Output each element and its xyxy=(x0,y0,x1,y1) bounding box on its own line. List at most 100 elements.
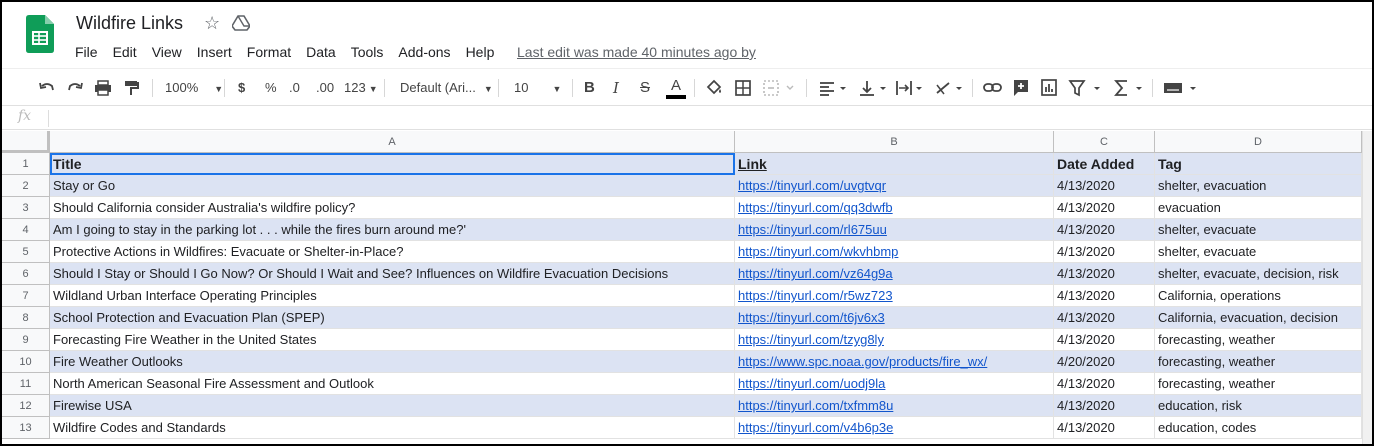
borders-icon[interactable] xyxy=(734,77,752,99)
cell-d1[interactable]: Tag xyxy=(1155,153,1362,175)
row-header-7[interactable]: 7 xyxy=(2,285,50,307)
cell-a4[interactable]: Am I going to stay in the parking lot . … xyxy=(50,219,735,241)
increase-decimal-button[interactable]: .00 xyxy=(316,77,334,99)
italic-button[interactable]: I xyxy=(613,77,619,99)
cell-a10[interactable]: Fire Weather Outlooks xyxy=(50,351,735,373)
percent-button[interactable]: % xyxy=(265,77,277,99)
cell-c12[interactable]: 4/13/2020 xyxy=(1054,395,1155,417)
currency-button[interactable]: $ xyxy=(238,77,245,99)
document-title[interactable]: Wildfire Links xyxy=(76,13,183,34)
redo-icon[interactable] xyxy=(66,77,84,99)
cell-d5[interactable]: shelter, evacuate xyxy=(1155,241,1362,263)
row-header-3[interactable]: 3 xyxy=(2,197,50,219)
cell-d2[interactable]: shelter, evacuation xyxy=(1155,175,1362,197)
row-header-11[interactable]: 11 xyxy=(2,373,50,395)
cell-b12[interactable]: https://tinyurl.com/txfmm8u xyxy=(735,395,1054,417)
menu-data[interactable]: Data xyxy=(306,44,336,60)
sheets-logo-icon[interactable] xyxy=(26,15,54,53)
text-rotation-icon[interactable] xyxy=(934,77,966,99)
cell-b8[interactable]: https://tinyurl.com/t6jv6x3 xyxy=(735,307,1054,329)
cell-c9[interactable]: 4/13/2020 xyxy=(1054,329,1155,351)
cell-d3[interactable]: evacuation xyxy=(1155,197,1362,219)
merge-cells-icon[interactable] xyxy=(762,77,796,99)
row-header-4[interactable]: 4 xyxy=(2,219,50,241)
cell-c7[interactable]: 4/13/2020 xyxy=(1054,285,1155,307)
menu-format[interactable]: Format xyxy=(247,44,291,60)
cell-b1[interactable]: Link xyxy=(735,153,1054,175)
cell-b4[interactable]: https://tinyurl.com/rl675uu xyxy=(735,219,1054,241)
cell-c5[interactable]: 4/13/2020 xyxy=(1054,241,1155,263)
cell-b10[interactable]: https://www.spc.noaa.gov/products/fire_w… xyxy=(735,351,1054,373)
cell-c8[interactable]: 4/13/2020 xyxy=(1054,307,1155,329)
menu-help[interactable]: Help xyxy=(466,44,495,60)
menu-tools[interactable]: Tools xyxy=(351,44,384,60)
cell-c1[interactable]: Date Added xyxy=(1054,153,1155,175)
vertical-scrollbar[interactable] xyxy=(1362,131,1372,444)
cell-a8[interactable]: School Protection and Evacuation Plan (S… xyxy=(50,307,735,329)
input-tools-keyboard-icon[interactable] xyxy=(1162,77,1200,99)
filter-icon[interactable] xyxy=(1068,77,1104,99)
bold-button[interactable]: B xyxy=(584,77,595,99)
row-header-8[interactable]: 8 xyxy=(2,307,50,329)
zoom-select[interactable]: 100% ▼ xyxy=(165,77,223,99)
cell-b5[interactable]: https://tinyurl.com/wkvhbmp xyxy=(735,241,1054,263)
cell-d6[interactable]: shelter, evacuate, decision, risk xyxy=(1155,263,1362,285)
functions-icon[interactable] xyxy=(1112,77,1148,99)
cell-a13[interactable]: Wildfire Codes and Standards xyxy=(50,417,735,439)
text-wrapping-icon[interactable] xyxy=(894,77,926,99)
cell-b11[interactable]: https://tinyurl.com/uodj9la xyxy=(735,373,1054,395)
cell-b6[interactable]: https://tinyurl.com/vz64g9a xyxy=(735,263,1054,285)
row-header-2[interactable]: 2 xyxy=(2,175,50,197)
cell-c11[interactable]: 4/13/2020 xyxy=(1054,373,1155,395)
cell-b3[interactable]: https://tinyurl.com/qq3dwfb xyxy=(735,197,1054,219)
vertical-align-icon[interactable] xyxy=(858,77,890,99)
cell-c2[interactable]: 4/13/2020 xyxy=(1054,175,1155,197)
fill-color-icon[interactable] xyxy=(705,77,723,99)
menu-insert[interactable]: Insert xyxy=(197,44,232,60)
font-select[interactable]: Default (Ari... ▼ xyxy=(400,77,493,99)
row-header-1[interactable]: 1 xyxy=(2,153,50,175)
select-all-corner[interactable] xyxy=(2,131,50,153)
text-color-button[interactable]: A xyxy=(666,77,686,99)
insert-comment-icon[interactable] xyxy=(1012,77,1030,99)
menu-addons[interactable]: Add-ons xyxy=(398,44,450,60)
decrease-decimal-button[interactable]: .0 xyxy=(289,77,300,99)
more-formats-select[interactable]: 123 ▼ xyxy=(344,77,378,99)
cell-a11[interactable]: North American Seasonal Fire Assessment … xyxy=(50,373,735,395)
menu-view[interactable]: View xyxy=(152,44,182,60)
move-to-drive-icon[interactable] xyxy=(231,15,251,36)
column-header-c[interactable]: C xyxy=(1054,131,1155,153)
paint-format-icon[interactable] xyxy=(122,77,140,99)
cell-c13[interactable]: 4/13/2020 xyxy=(1054,417,1155,439)
strikethrough-button[interactable]: S xyxy=(640,77,650,99)
menu-edit[interactable]: Edit xyxy=(113,44,137,60)
cell-a7[interactable]: Wildland Urban Interface Operating Princ… xyxy=(50,285,735,307)
cell-c3[interactable]: 4/13/2020 xyxy=(1054,197,1155,219)
cell-d11[interactable]: forecasting, weather xyxy=(1155,373,1362,395)
insert-chart-icon[interactable] xyxy=(1040,77,1058,99)
row-header-13[interactable]: 13 xyxy=(2,417,50,439)
menu-file[interactable]: File xyxy=(75,44,98,60)
cell-a5[interactable]: Protective Actions in Wildfires: Evacuat… xyxy=(50,241,735,263)
cell-d12[interactable]: education, risk xyxy=(1155,395,1362,417)
column-header-a[interactable]: A xyxy=(50,131,735,153)
insert-link-icon[interactable] xyxy=(983,77,1003,99)
cell-c6[interactable]: 4/13/2020 xyxy=(1054,263,1155,285)
undo-icon[interactable] xyxy=(38,77,56,99)
last-edit-link[interactable]: Last edit was made 40 minutes ago by xyxy=(517,44,756,60)
cell-b9[interactable]: https://tinyurl.com/tzyg8ly xyxy=(735,329,1054,351)
cell-d9[interactable]: forecasting, weather xyxy=(1155,329,1362,351)
cell-a2[interactable]: Stay or Go xyxy=(50,175,735,197)
row-header-5[interactable]: 5 xyxy=(2,241,50,263)
row-header-9[interactable]: 9 xyxy=(2,329,50,351)
row-header-10[interactable]: 10 xyxy=(2,351,50,373)
font-size-select[interactable]: 10 ▼ xyxy=(514,77,561,99)
cell-d8[interactable]: California, evacuation, decision xyxy=(1155,307,1362,329)
cell-c10[interactable]: 4/20/2020 xyxy=(1054,351,1155,373)
row-header-12[interactable]: 12 xyxy=(2,395,50,417)
cell-b13[interactable]: https://tinyurl.com/v4b6p3e xyxy=(735,417,1054,439)
cell-d13[interactable]: education, codes xyxy=(1155,417,1362,439)
print-icon[interactable] xyxy=(94,77,112,99)
cell-b7[interactable]: https://tinyurl.com/r5wz723 xyxy=(735,285,1054,307)
column-header-d[interactable]: D xyxy=(1155,131,1362,153)
